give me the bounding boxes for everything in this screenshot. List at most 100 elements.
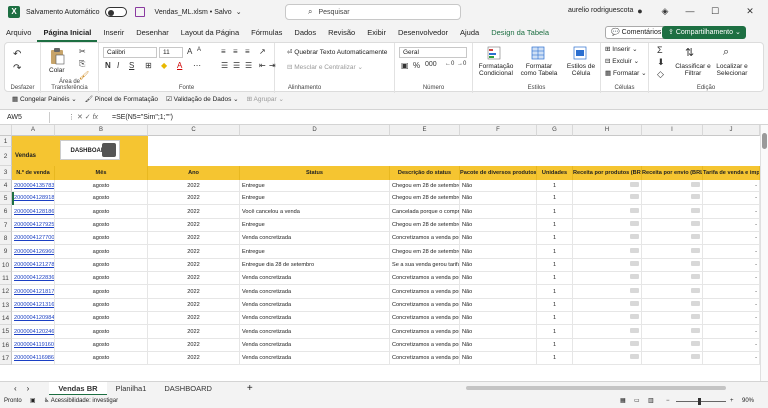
merge-center-button[interactable]: ⊟ Mesclar e Centralizar ⌄ — [287, 63, 363, 71]
row-header[interactable]: 7 — [0, 219, 12, 232]
table-cell[interactable]: - — [703, 245, 760, 259]
row-header[interactable]: 11 — [0, 272, 12, 285]
group-button[interactable]: ⊞ Agrupar ⌄ — [247, 95, 284, 103]
table-cell[interactable]: Não — [460, 245, 537, 259]
table-cell[interactable] — [642, 325, 703, 339]
table-cell[interactable]: 2022 — [148, 299, 240, 312]
table-cell[interactable]: agosto — [55, 272, 148, 285]
table-cell[interactable] — [642, 219, 703, 232]
table-cell[interactable]: 1 — [537, 352, 573, 365]
table-cell[interactable]: 2022 — [148, 272, 240, 285]
table-cell[interactable] — [573, 245, 642, 259]
tab-desenhar[interactable]: Desenhar — [130, 24, 175, 42]
table-cell[interactable]: agosto — [55, 192, 148, 205]
table-header[interactable]: Descrição do status — [390, 166, 460, 180]
tab-layout[interactable]: Layout da Página — [175, 24, 245, 42]
tab-dados[interactable]: Dados — [288, 24, 322, 42]
table-cell[interactable] — [573, 352, 642, 365]
table-cell[interactable]: 2000004128186301 — [12, 205, 55, 219]
outdent-icon[interactable]: ⇥ — [269, 61, 276, 70]
wrap-text-button[interactable]: ⏎ Quebrar Texto Automaticamente — [287, 48, 387, 56]
row-header[interactable]: 10 — [0, 259, 12, 272]
row-header[interactable]: 9 — [0, 245, 12, 259]
currency-icon[interactable]: ▣ — [401, 61, 409, 70]
column-header[interactable]: E — [390, 125, 460, 136]
normal-view-icon[interactable]: ▦ — [620, 395, 626, 408]
sale-link[interactable]: 2000004119160700 — [14, 342, 54, 348]
avatar-icon[interactable]: ● — [630, 3, 650, 19]
table-header[interactable]: Unidades — [537, 166, 573, 180]
table-cell[interactable]: - — [703, 259, 760, 272]
cut-icon[interactable]: ✂ — [79, 47, 86, 56]
table-cell[interactable] — [642, 180, 703, 192]
underline-button[interactable]: S — [129, 61, 134, 70]
table-cell[interactable]: agosto — [55, 339, 148, 352]
spreadsheet-grid[interactable]: A B C D E F G H I J 1 2 3 4 5 6 7 8 9 10 11 12 13 14 15 16 17 Venda… — [0, 125, 760, 381]
table-cell[interactable]: 2000004127700600 — [12, 232, 55, 245]
table-cell[interactable] — [573, 180, 642, 192]
table-cell[interactable]: Não — [460, 272, 537, 285]
horizontal-scrollbar[interactable] — [456, 385, 756, 391]
sale-link[interactable]: 2000004116986700 — [14, 355, 54, 361]
table-cell[interactable]: agosto — [55, 299, 148, 312]
font-color-icon[interactable]: A — [177, 61, 182, 70]
row-header[interactable]: 8 — [0, 232, 12, 245]
row-header[interactable]: 16 — [0, 339, 12, 352]
save-icon[interactable] — [134, 7, 145, 17]
table-cell[interactable]: Não — [460, 299, 537, 312]
align-right-icon[interactable]: ☰ — [245, 61, 252, 70]
column-header[interactable]: F — [460, 125, 537, 136]
table-cell[interactable]: Não — [460, 192, 537, 205]
table-cell[interactable] — [642, 192, 703, 205]
table-cell[interactable]: Não — [460, 205, 537, 219]
table-cell[interactable]: 2022 — [148, 205, 240, 219]
font-name-select[interactable]: Calibri — [103, 47, 157, 58]
percent-icon[interactable]: % — [413, 61, 420, 70]
table-cell[interactable]: 2022 — [148, 339, 240, 352]
borders-icon[interactable]: ⊞ — [145, 61, 152, 70]
table-cell[interactable]: - — [703, 299, 760, 312]
column-header[interactable]: B — [55, 125, 148, 136]
table-cell[interactable] — [642, 272, 703, 285]
delete-cells-button[interactable]: ⊟ Excluir ⌄ — [605, 57, 639, 65]
table-cell[interactable] — [573, 232, 642, 245]
sale-link[interactable]: 2000004120984600 — [14, 315, 54, 321]
column-header[interactable]: A — [12, 125, 55, 136]
prev-sheet-icon[interactable]: ‹ — [14, 384, 17, 393]
table-cell[interactable]: 1 — [537, 325, 573, 339]
sale-link[interactable]: 2000004128918999 — [14, 195, 54, 201]
table-cell[interactable]: agosto — [55, 245, 148, 259]
table-cell[interactable]: - — [703, 192, 760, 205]
comma-icon[interactable]: 000 — [425, 61, 437, 68]
table-cell[interactable]: Não — [460, 259, 537, 272]
tab-pagina-inicial[interactable]: Página Inicial — [37, 24, 98, 42]
zoom-slider-thumb[interactable] — [698, 398, 701, 405]
table-cell[interactable] — [573, 325, 642, 339]
table-cell[interactable]: agosto — [55, 219, 148, 232]
zoom-in-icon[interactable]: + — [730, 395, 734, 408]
table-cell[interactable] — [573, 259, 642, 272]
table-cell[interactable]: 2022 — [148, 259, 240, 272]
increase-decimal-icon[interactable]: ←0 — [445, 61, 454, 67]
table-cell[interactable]: agosto — [55, 352, 148, 365]
paste-icon[interactable] — [49, 47, 65, 65]
italic-button[interactable]: I — [117, 61, 119, 70]
table-cell[interactable]: 2022 — [148, 232, 240, 245]
sale-link[interactable]: 2000004126960001 — [14, 249, 54, 255]
row-header[interactable]: 6 — [0, 205, 12, 219]
table-cell[interactable]: Venda concretizada — [240, 339, 390, 352]
add-sheet-icon[interactable]: + — [247, 383, 253, 394]
page-layout-icon[interactable]: ▭ — [634, 395, 640, 408]
user-name[interactable]: aurelio rodriguescota — [568, 7, 633, 14]
tab-desenvolvedor[interactable]: Desenvolvedor — [392, 24, 454, 42]
autosave-toggle[interactable] — [104, 7, 127, 17]
formula-input[interactable]: =SE(N5="Sim";1;"") — [112, 112, 173, 123]
orientation-icon[interactable]: ↗ — [259, 47, 266, 56]
number-format-select[interactable]: Geral — [399, 47, 467, 58]
table-cell[interactable]: Não — [460, 232, 537, 245]
table-cell[interactable]: 2000004127925003 — [12, 219, 55, 232]
table-cell[interactable]: Concretizamos a venda porc — [390, 352, 460, 365]
table-cell[interactable]: Venda concretizada — [240, 312, 390, 325]
table-cell[interactable]: 1 — [537, 299, 573, 312]
table-cell[interactable] — [573, 219, 642, 232]
